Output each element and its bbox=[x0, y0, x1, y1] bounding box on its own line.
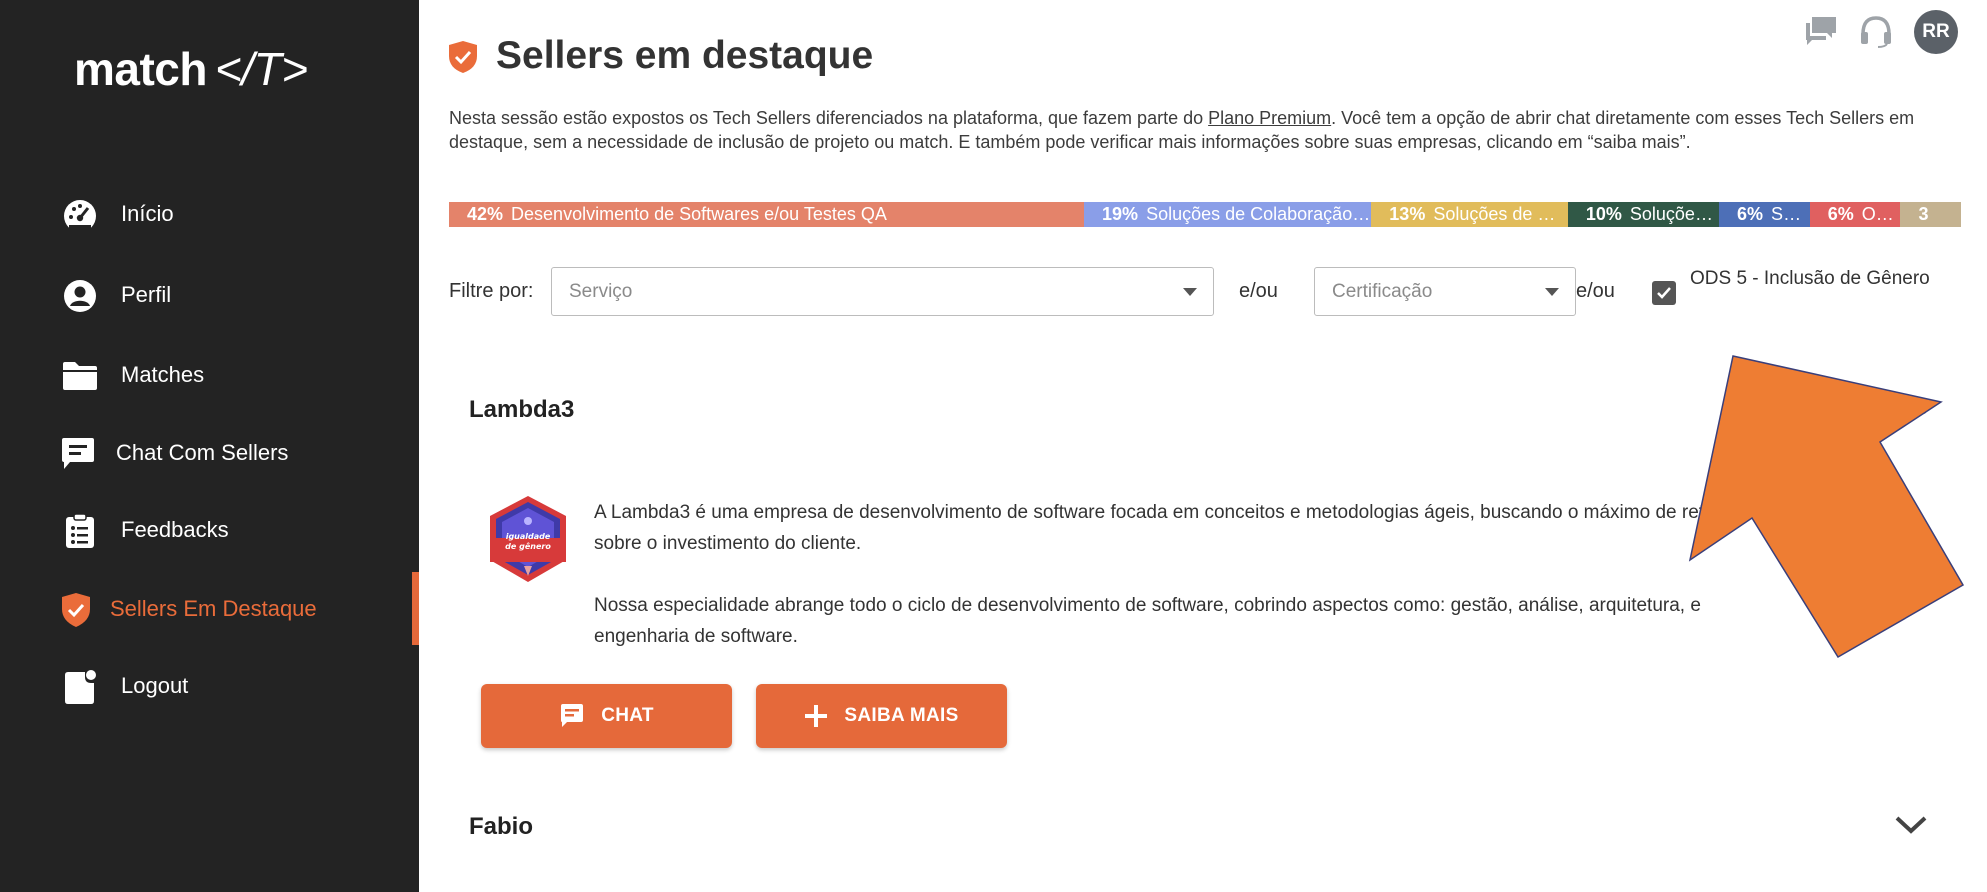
user-circle-icon bbox=[62, 279, 98, 313]
chat-icon bbox=[561, 704, 584, 727]
ods5-checkbox-label[interactable]: ODS 5 - Inclusão de Gênero bbox=[1690, 264, 1940, 293]
distribution-percent: 13% bbox=[1389, 204, 1426, 224]
sidebar-item-sellers-em-destaque[interactable]: Sellers Em Destaque bbox=[0, 581, 419, 637]
distribution-segment[interactable]: 42% Desenvolvimento de Softwares e/ou Tes… bbox=[449, 202, 1085, 227]
distribution-label: Soluções de Colaboração e Comunicação bbox=[1146, 204, 1371, 224]
chevron-down-icon[interactable] bbox=[1894, 814, 1928, 836]
distribution-label: Desenvolvimento de Softwares e/ou Testes… bbox=[511, 204, 887, 224]
distribution-percent: 42% bbox=[467, 204, 504, 224]
distribution-percent: 3 bbox=[1918, 204, 1929, 224]
sidebar-item-inicio[interactable]: Início bbox=[0, 186, 419, 242]
chat-button-label: CHAT bbox=[601, 705, 654, 726]
seller-description: A Lambda3 é uma empresa de desenvolvimen… bbox=[594, 497, 1754, 652]
sidebar-item-chat-com-sellers[interactable]: Chat Com Sellers bbox=[0, 425, 419, 481]
category-distribution-bar: 42% Desenvolvimento de Softwares e/ou Tes… bbox=[449, 202, 1961, 227]
chat-button[interactable]: CHAT bbox=[481, 684, 732, 748]
caret-down-icon bbox=[1545, 288, 1559, 296]
active-indicator bbox=[412, 572, 419, 645]
intro-text: Nesta sessão estão expostos os Tech Sell… bbox=[449, 108, 1209, 128]
distribution-label: Segurança bbox=[1771, 204, 1810, 224]
distribution-segment[interactable]: 19% Soluções de Colaboração e Comunicação bbox=[1084, 202, 1372, 227]
service-select-placeholder: Serviço bbox=[569, 281, 633, 302]
certification-select-placeholder: Certificação bbox=[1332, 281, 1433, 302]
certification-select[interactable]: Certificação bbox=[1314, 267, 1576, 316]
badge-text: de gênero bbox=[505, 541, 551, 551]
distribution-label: Soluções em Nuvem bbox=[1629, 204, 1719, 224]
chat-icon bbox=[60, 437, 96, 471]
distribution-percent: 19% bbox=[1102, 204, 1139, 224]
seller-description-paragraph: A Lambda3 é uma empresa de desenvolvimen… bbox=[594, 502, 1743, 554]
sidebar-item-label: Início bbox=[121, 201, 174, 226]
page-title: Sellers em destaque bbox=[496, 34, 874, 77]
seller-name[interactable]: Fabio bbox=[469, 813, 533, 841]
distribution-segment[interactable]: 13% Soluções de Dados bbox=[1371, 202, 1568, 227]
saiba-mais-button-label: SAIBA MAIS bbox=[844, 705, 959, 726]
sidebar-item-label: Chat Com Sellers bbox=[116, 440, 289, 465]
chat-bubbles-icon[interactable] bbox=[1802, 12, 1840, 50]
distribution-label: Soluções de Dados bbox=[1433, 204, 1568, 224]
plano-premium-link[interactable]: Plano Premium bbox=[1208, 108, 1331, 128]
distribution-percent: 6% bbox=[1827, 204, 1854, 224]
badge-text: igualdade bbox=[506, 532, 551, 541]
igualdade-de-genero-badge: igualdade de gênero bbox=[486, 494, 570, 584]
sidebar-item-label: Logout bbox=[121, 673, 189, 698]
saiba-mais-button[interactable]: SAIBA MAIS bbox=[756, 684, 1007, 748]
sidebar-item-label: Perfil bbox=[121, 282, 172, 307]
seller-description-paragraph: Nossa especialidade abrange todo o ciclo… bbox=[594, 595, 1701, 647]
folder-icon bbox=[62, 359, 98, 393]
checkmark-icon bbox=[1657, 287, 1671, 299]
headset-icon[interactable] bbox=[1857, 12, 1895, 50]
distribution-segment[interactable]: 6% Segurança bbox=[1719, 202, 1810, 227]
distribution-percent: 10% bbox=[1585, 204, 1622, 224]
filter-label: Filtre por: bbox=[449, 280, 534, 302]
sidebar-item-label: Matches bbox=[121, 362, 205, 387]
speedometer-icon bbox=[62, 198, 98, 232]
seller-name[interactable]: Lambda3 bbox=[469, 396, 574, 424]
app-logo[interactable]: match </T> bbox=[74, 42, 308, 96]
sidebar-item-label: Feedbacks bbox=[121, 517, 229, 542]
distribution-segment[interactable]: 3 bbox=[1900, 202, 1961, 227]
distribution-segment[interactable]: 10% Soluções em Nuvem bbox=[1567, 202, 1720, 227]
distribution-percent: 6% bbox=[1737, 204, 1764, 224]
caret-down-icon bbox=[1183, 288, 1197, 296]
sidebar-item-feedbacks[interactable]: Feedbacks bbox=[0, 502, 419, 558]
plus-icon bbox=[805, 705, 828, 727]
distribution-label: Outros bbox=[1861, 204, 1901, 224]
or-label: e/ou bbox=[1576, 280, 1615, 302]
sidebar: match </T> Início Perfil Matches Chat Com… bbox=[0, 0, 419, 892]
sidebar-item-matches[interactable]: Matches bbox=[0, 347, 419, 403]
logout-icon bbox=[62, 670, 98, 704]
or-label: e/ou bbox=[1239, 280, 1278, 302]
sidebar-item-logout[interactable]: Logout bbox=[0, 658, 419, 714]
page-intro: Nesta sessão estão expostos os Tech Sell… bbox=[449, 106, 1934, 154]
service-select[interactable]: Serviço bbox=[551, 267, 1214, 316]
clipboard-list-icon bbox=[62, 513, 98, 548]
shield-check-icon bbox=[58, 593, 94, 627]
shield-check-icon bbox=[448, 40, 478, 74]
sidebar-item-label: Sellers Em Destaque bbox=[110, 596, 317, 621]
more-options-icon[interactable] bbox=[1919, 406, 1927, 414]
sidebar-item-perfil[interactable]: Perfil bbox=[0, 267, 419, 323]
distribution-segment[interactable]: 6% Outros bbox=[1809, 202, 1901, 227]
user-avatar[interactable]: RR bbox=[1914, 10, 1958, 54]
ods5-checkbox[interactable] bbox=[1652, 281, 1676, 305]
